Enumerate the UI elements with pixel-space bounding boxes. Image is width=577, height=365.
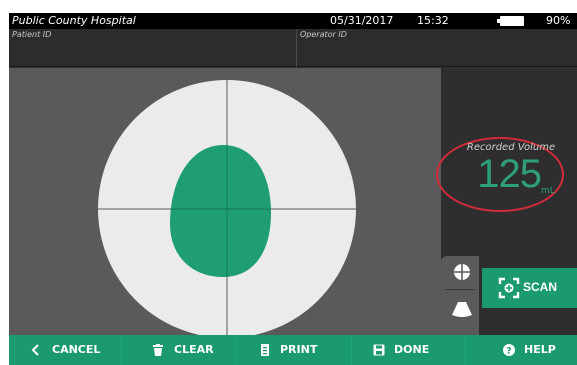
bottom-action-bar: CANCEL CLEAR PRINT DONE ? HELP xyxy=(9,335,577,365)
bladder-diagram xyxy=(98,80,356,335)
hospital-name: Public County Hospital xyxy=(12,14,136,27)
clear-button[interactable]: CLEAR xyxy=(122,335,235,365)
status-time: 15:32 xyxy=(417,14,449,27)
cancel-label: CANCEL xyxy=(52,343,101,356)
save-icon xyxy=(373,344,385,356)
help-icon: ? xyxy=(503,344,515,356)
battery-icon xyxy=(497,16,524,26)
scan-target-icon xyxy=(498,277,520,299)
done-label: DONE xyxy=(394,343,430,356)
help-button[interactable]: ? HELP xyxy=(466,335,577,365)
chevron-left-icon xyxy=(31,344,39,356)
scan-view xyxy=(9,68,441,335)
crosshair-icon[interactable] xyxy=(450,260,474,284)
print-button[interactable]: PRINT xyxy=(237,335,350,365)
print-icon xyxy=(261,344,269,356)
status-date: 05/31/2017 xyxy=(330,14,394,27)
svg-text:?: ? xyxy=(506,346,511,356)
recorded-volume-value: 125 xyxy=(477,152,542,196)
scan-button-label: SCAN xyxy=(523,280,558,294)
cancel-button[interactable]: CANCEL xyxy=(9,335,119,365)
help-label: HELP xyxy=(524,343,556,356)
ultrasound-cone-icon[interactable] xyxy=(450,296,474,320)
status-bar: Public County Hospital 05/31/2017 15:32 … xyxy=(9,13,577,29)
id-divider xyxy=(296,29,297,67)
scan-button[interactable]: SCAN xyxy=(482,268,577,308)
tab-divider xyxy=(445,289,475,290)
recorded-volume-unit: mL xyxy=(541,186,555,196)
done-button[interactable]: DONE xyxy=(352,335,464,365)
id-bar: Patient ID Operator ID xyxy=(9,29,577,67)
print-label: PRINT xyxy=(280,343,318,356)
operator-id-field[interactable]: Operator ID xyxy=(300,30,347,39)
patient-id-field[interactable]: Patient ID xyxy=(12,30,51,39)
device-screen: Public County Hospital 05/31/2017 15:32 … xyxy=(9,13,577,365)
battery-percent: 90% xyxy=(546,14,571,27)
clear-label: CLEAR xyxy=(174,343,214,356)
trash-icon xyxy=(153,344,163,356)
